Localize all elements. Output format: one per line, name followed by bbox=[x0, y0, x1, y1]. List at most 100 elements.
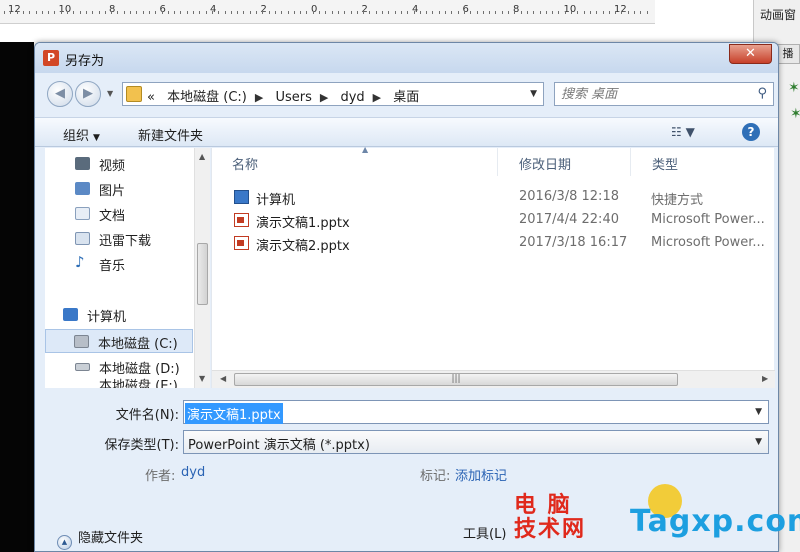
ruler-tick bbox=[640, 11, 642, 14]
ruler-tick bbox=[602, 11, 604, 14]
filetype-label: 保存类型(T): bbox=[104, 438, 179, 453]
chevron-right-icon[interactable]: ▶ bbox=[320, 91, 328, 104]
breadcrumb-item[interactable]: dyd bbox=[340, 90, 364, 105]
file-row[interactable]: 计算机 2016/3/8 12:18 快捷方式 bbox=[212, 186, 772, 208]
powerpoint-icon: P bbox=[43, 50, 59, 66]
ruler-tick bbox=[539, 11, 541, 14]
file-name: 演示文稿2.pptx bbox=[256, 239, 350, 254]
column-header-label: 修改日期 bbox=[519, 158, 572, 173]
chevron-down-icon[interactable]: ▼ bbox=[755, 437, 762, 447]
sidebar-item-drive-c[interactable]: 本地磁盘 (C:) bbox=[45, 329, 193, 353]
recent-locations-dropdown[interactable]: ▼ bbox=[107, 89, 113, 98]
hide-folders-button[interactable]: ▲ 隐藏文件夹 bbox=[57, 527, 143, 550]
ruler-tick bbox=[533, 11, 535, 14]
author-value[interactable]: dyd bbox=[181, 465, 205, 480]
breadcrumb-item[interactable]: Users bbox=[275, 90, 311, 105]
ruler-tick bbox=[268, 11, 270, 14]
sidebar-item-videos[interactable]: 视频 bbox=[65, 152, 215, 176]
file-row[interactable]: 演示文稿2.pptx 2017/3/18 16:17 Microsoft Pow… bbox=[212, 232, 772, 254]
ruler-tick bbox=[117, 11, 119, 14]
file-row[interactable]: 演示文稿1.pptx 2017/4/4 22:40 Microsoft Powe… bbox=[212, 209, 772, 231]
navigation-scrollbar[interactable]: ▲ ▼ bbox=[194, 148, 210, 388]
search-icon[interactable]: ⚲ bbox=[757, 86, 767, 101]
ruler-tick bbox=[10, 11, 12, 14]
ruler-tick bbox=[205, 11, 207, 14]
ruler-tick bbox=[413, 11, 415, 14]
column-header-label: 类型 bbox=[652, 158, 679, 173]
sidebar-item-music[interactable]: ♪ 音乐 bbox=[65, 252, 215, 276]
ruler-tick bbox=[123, 11, 125, 14]
sidebar-item-computer[interactable]: 计算机 bbox=[55, 303, 205, 327]
tools-button[interactable]: 工具(L) bbox=[463, 523, 506, 542]
ruler-tick bbox=[48, 11, 50, 14]
breadcrumb-item[interactable]: 本地磁盘 (C:) bbox=[167, 90, 247, 105]
filetype-select[interactable]: PowerPoint 演示文稿 (*.pptx) ▼ bbox=[183, 430, 769, 454]
sidebar-item-pictures[interactable]: 图片 bbox=[65, 177, 215, 201]
ruler-tick bbox=[501, 11, 503, 14]
organize-button[interactable]: 组织 ▼ bbox=[63, 125, 100, 144]
filename-value[interactable]: 演示文稿1.pptx bbox=[185, 403, 283, 424]
sidebar-item-label: 文档 bbox=[99, 209, 126, 224]
watermark-line: 技术网 bbox=[514, 517, 587, 542]
ruler-tick bbox=[73, 11, 75, 14]
search-box[interactable]: ⚲ bbox=[554, 82, 774, 106]
ruler-tick bbox=[608, 11, 610, 14]
ruler-tick bbox=[432, 11, 434, 14]
scroll-right-icon[interactable]: ▶ bbox=[762, 374, 768, 383]
ruler-tick bbox=[60, 11, 62, 14]
chevron-down-icon[interactable]: ▼ bbox=[755, 407, 762, 417]
ruler-tick bbox=[287, 11, 289, 14]
breadcrumb-item[interactable]: 桌面 bbox=[393, 90, 419, 105]
sidebar-item-downloads[interactable]: 迅雷下载 bbox=[65, 227, 215, 251]
scroll-down-icon[interactable]: ▼ bbox=[199, 374, 205, 383]
sidebar-item-label: 音乐 bbox=[99, 259, 126, 274]
scroll-left-icon[interactable]: ◀ bbox=[220, 374, 226, 383]
play-button[interactable]: 播 bbox=[776, 44, 800, 64]
sidebar-item-drive-d[interactable]: 本地磁盘 (D:) bbox=[65, 355, 215, 379]
ruler-tick bbox=[621, 11, 623, 14]
address-dropdown[interactable]: ▼ bbox=[530, 89, 537, 99]
back-button[interactable]: ◀ bbox=[47, 81, 73, 107]
ruler-tick bbox=[344, 11, 346, 14]
search-input[interactable] bbox=[561, 85, 741, 103]
file-date: 2017/4/4 22:40 bbox=[519, 212, 619, 227]
chevron-right-icon[interactable]: ▶ bbox=[373, 91, 381, 104]
sidebar-item-drive-e[interactable]: 本地磁盘 (E:) bbox=[65, 378, 215, 388]
tags-value[interactable]: 添加标记 bbox=[455, 465, 507, 484]
ruler-tick bbox=[382, 11, 383, 14]
ruler-tick bbox=[199, 11, 201, 14]
address-bar[interactable]: « 本地磁盘 (C:)▶ Users▶ dyd▶ 桌面 ▼ ⇄ bbox=[122, 82, 626, 106]
new-folder-button[interactable]: 新建文件夹 bbox=[138, 125, 203, 144]
ruler-tick bbox=[325, 11, 327, 14]
computer-icon bbox=[63, 308, 78, 321]
scrollbar-thumb[interactable] bbox=[197, 243, 208, 305]
breadcrumb-overflow[interactable]: « bbox=[147, 90, 155, 105]
horizontal-scrollbar[interactable]: ◀ ||| ▶ bbox=[212, 370, 775, 388]
ruler-tick bbox=[438, 11, 440, 14]
ruler-tick bbox=[35, 11, 37, 14]
hide-folders-label: 隐藏文件夹 bbox=[78, 531, 144, 546]
ruler-tick bbox=[79, 11, 81, 14]
chevron-right-icon[interactable]: ▶ bbox=[255, 91, 263, 104]
sidebar-item-label: 迅雷下载 bbox=[99, 234, 152, 249]
ruler-tick bbox=[312, 11, 314, 14]
file-date: 2016/3/8 12:18 bbox=[519, 189, 619, 204]
drive-icon bbox=[75, 363, 90, 371]
ruler-tick bbox=[85, 11, 87, 14]
breadcrumb: « 本地磁盘 (C:) ▶ Users ▶ dyd ▶ 桌面 bbox=[147, 86, 427, 105]
sidebar-item-documents[interactable]: 文档 bbox=[65, 202, 215, 226]
organize-label: 组织 bbox=[63, 129, 90, 144]
close-button[interactable]: ✕ bbox=[729, 44, 772, 64]
filename-field[interactable]: 演示文稿1.pptx ▼ bbox=[183, 400, 769, 424]
file-type: Microsoft Power... bbox=[651, 212, 765, 227]
ruler-tick bbox=[224, 11, 226, 14]
forward-button[interactable]: ▶ bbox=[75, 81, 101, 107]
help-icon[interactable]: ? bbox=[742, 123, 760, 141]
scrollbar-thumb[interactable]: ||| bbox=[234, 373, 678, 386]
scroll-up-icon[interactable]: ▲ bbox=[199, 152, 205, 161]
view-options-icon[interactable]: ☷ ▼ bbox=[671, 125, 695, 139]
column-header-type[interactable]: 类型 bbox=[632, 148, 775, 176]
ruler-tick bbox=[451, 11, 453, 14]
column-header-name[interactable]: ▲ 名称 bbox=[212, 145, 498, 176]
column-header-date[interactable]: 修改日期 bbox=[499, 148, 631, 176]
